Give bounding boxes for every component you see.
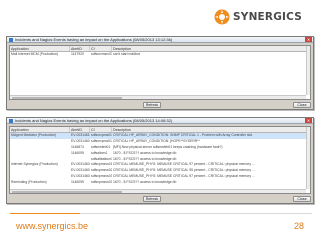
close-icon[interactable]: ✕ [305,118,312,123]
column-header-description[interactable]: Description [112,127,310,132]
cell-application: Reminding (Production) [11,180,47,185]
column-header-ci[interactable]: CI [90,127,112,132]
table-row[interactable]: Mail Internet MCM (Production) 1147920 s… [10,52,310,58]
dialog-titlebar[interactable]: Incidents and Nagios Events having an im… [7,37,313,43]
dialog-title: Incidents and Nagios Events having an im… [15,118,173,123]
gear-logo-icon [214,9,230,25]
close-button[interactable]: Close [293,196,311,202]
column-header-description[interactable]: Description [112,46,310,51]
dialog-title: Incidents and Nagios Events having an im… [15,37,173,42]
window-app-icon [9,118,13,123]
cell-application: Mail Internet MCM (Production) [11,52,59,56]
cell-description: can't start mailbox [113,52,141,56]
horizontal-scrollbar[interactable] [10,189,306,193]
close-icon[interactable]: ✕ [305,37,312,42]
refresh-button[interactable]: Refresh [143,196,161,202]
incidents-table: Application AlertID CI Description MAgen… [9,126,311,194]
page-number: 28 [293,221,304,231]
vertical-scrollbar[interactable] [306,46,310,95]
scrollbar-thumb[interactable] [12,191,122,193]
cell-ci: sdfsvpmsvs03 [91,180,112,185]
scrollbar-thumb[interactable] [12,97,122,99]
column-header-alertid[interactable]: AlertID [70,127,90,132]
cell-ci: sdfsmvmsrv01 [91,52,112,56]
footer-accent-line [10,213,80,214]
footer-url[interactable]: www.synergics.be [16,221,88,231]
refresh-button[interactable]: Refresh [143,102,161,108]
vertical-scrollbar[interactable] [306,127,310,189]
incidents-dialog-bottom: Incidents and Nagios Events having an im… [6,117,314,204]
column-header-ci[interactable]: CI [90,46,112,51]
cell-alertid: 1147920 [71,52,84,56]
close-button[interactable]: Close [293,102,311,108]
logo-text: SYNERGICS [233,11,302,23]
incidents-table: Application AlertID CI Description Mail … [9,45,311,100]
column-header-application[interactable]: Application [10,46,70,51]
window-app-icon [9,37,13,42]
cell-description: 1670 - $ FSCS?? access to knowledge db [113,180,177,185]
dialog-titlebar[interactable]: Incidents and Nagios Events having an im… [7,118,313,124]
table-row[interactable]: Reminding (Production) 1146095 sdfsvpmsv… [10,180,310,186]
cell-alertid: 1146095 [71,180,84,185]
incidents-dialog-top: Incidents and Nagios Events having an im… [6,36,314,110]
horizontal-scrollbar[interactable] [10,95,306,99]
column-header-application[interactable]: Application [10,127,70,132]
column-header-alertid[interactable]: AlertID [70,46,90,51]
brand-logo: SYNERGICS [214,8,314,26]
